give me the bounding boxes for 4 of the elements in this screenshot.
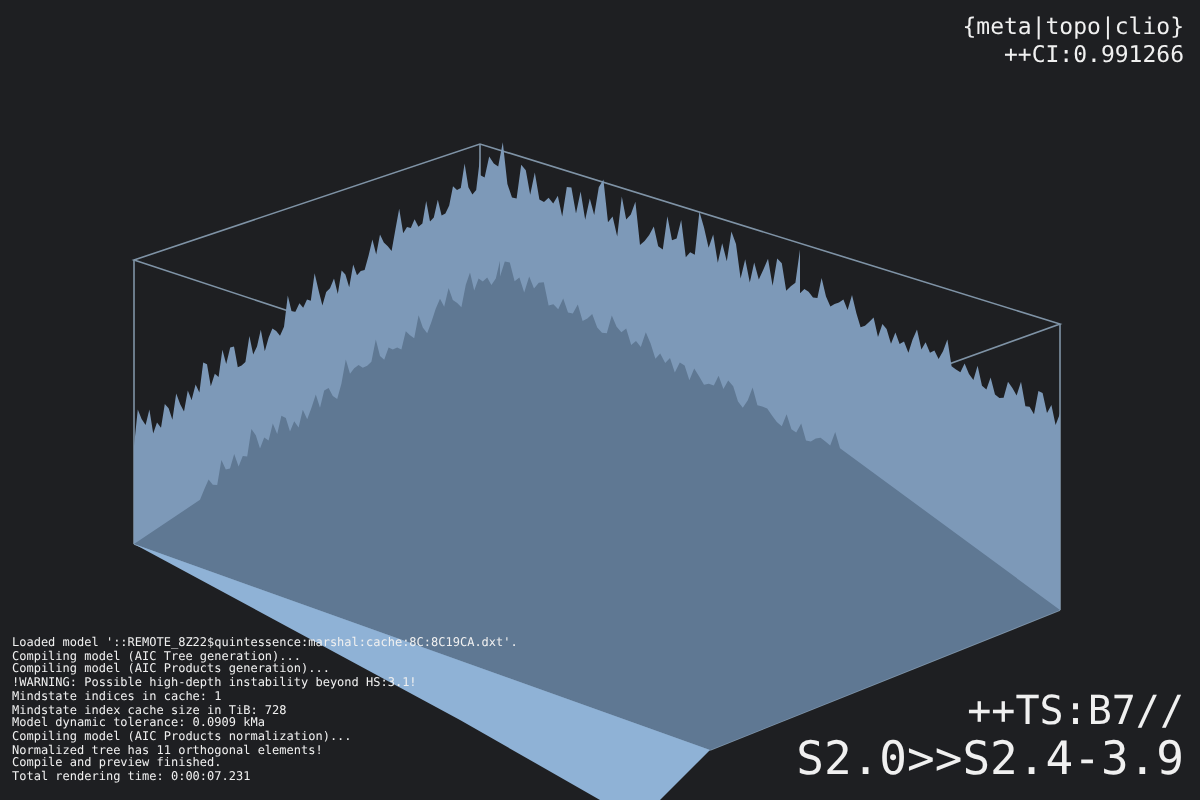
app-title: {meta|topo|clio} — [962, 12, 1184, 40]
ci-readout: ++CI:0.991266 — [1003, 40, 1184, 68]
range-readout: S2.0>>S2.4-3.9 — [796, 734, 1184, 788]
ts-readout: ++TS:B7// — [967, 686, 1184, 734]
